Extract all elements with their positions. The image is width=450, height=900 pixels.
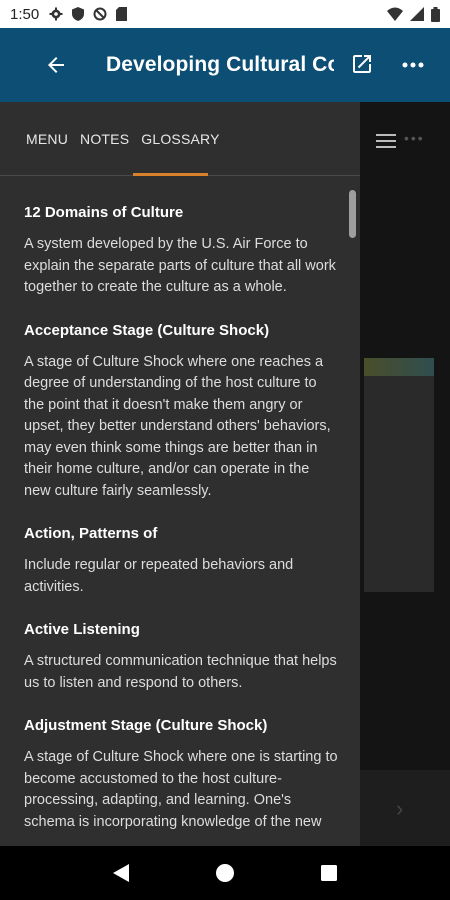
glossary-item: 12 Domains of Culture A system developed… bbox=[24, 203, 338, 299]
dots-icon: ••• bbox=[404, 130, 425, 146]
status-time: 1:50 bbox=[10, 5, 40, 23]
sd-card-icon bbox=[116, 7, 128, 21]
glossary-term: Action, Patterns of bbox=[24, 525, 158, 542]
more-options-button[interactable] bbox=[400, 52, 426, 78]
tab-notes[interactable]: NOTES bbox=[80, 131, 129, 147]
system-nav-bar bbox=[0, 846, 450, 900]
glossary-term: Adjustment Stage (Culture Shock) bbox=[24, 717, 268, 734]
glossary-list[interactable]: 12 Domains of Culture A system developed… bbox=[0, 177, 360, 846]
battery-icon bbox=[431, 6, 440, 22]
gear-icon bbox=[49, 7, 63, 21]
glossary-term: Active Listening bbox=[24, 621, 140, 638]
background-page: ••• › bbox=[360, 102, 450, 846]
app-bar: Developing Cultural Co... bbox=[0, 28, 450, 102]
scrollbar-thumb[interactable] bbox=[349, 190, 356, 238]
arrow-left-icon bbox=[48, 57, 64, 73]
blocked-circle-icon bbox=[93, 7, 107, 21]
glossary-definition: A structured communication technique tha… bbox=[24, 653, 337, 691]
active-tab-indicator bbox=[133, 173, 208, 176]
more-horizontal-icon bbox=[402, 62, 424, 68]
open-external-button[interactable] bbox=[350, 52, 376, 78]
menu-lines-icon[interactable] bbox=[376, 134, 396, 152]
open-in-new-icon bbox=[353, 55, 371, 73]
glossary-definition: A stage of Culture Shock where one reach… bbox=[24, 353, 331, 499]
glossary-term: 12 Domains of Culture bbox=[24, 204, 184, 221]
glossary-item: Active Listening A structured communicat… bbox=[24, 620, 338, 694]
status-right-icons bbox=[387, 6, 440, 22]
drawer-tabs: MENU NOTES GLOSSARY bbox=[0, 102, 360, 176]
wifi-icon bbox=[387, 7, 403, 21]
back-button[interactable] bbox=[34, 43, 78, 87]
shield-icon bbox=[72, 7, 85, 21]
glossary-definition: Include regular or repeated behaviors an… bbox=[24, 557, 294, 595]
page-title: Developing Cultural Co... bbox=[106, 53, 334, 76]
status-icons bbox=[49, 7, 128, 21]
glossary-definition: A stage of Culture Shock where one is st… bbox=[24, 749, 338, 830]
glossary-definition: A system developed by the U.S. Air Force… bbox=[24, 236, 336, 295]
status-bar: 1:50 bbox=[0, 0, 450, 28]
glossary-item: Acceptance Stage (Culture Shock) A stage… bbox=[24, 321, 338, 503]
glossary-item: Action, Patterns of Include regular or r… bbox=[24, 524, 338, 598]
recents-square-icon[interactable] bbox=[320, 864, 338, 882]
signal-icon bbox=[410, 7, 424, 21]
back-triangle-icon[interactable] bbox=[112, 863, 130, 883]
tab-menu[interactable]: MENU bbox=[26, 131, 68, 147]
tab-glossary[interactable]: GLOSSARY bbox=[141, 131, 219, 147]
chevron-right-icon[interactable]: › bbox=[396, 796, 403, 822]
background-card bbox=[364, 358, 434, 592]
glossary-term: Acceptance Stage (Culture Shock) bbox=[24, 321, 270, 339]
navigation-drawer: MENU NOTES GLOSSARY 12 Domains of Cultur… bbox=[0, 102, 360, 846]
home-circle-icon[interactable] bbox=[215, 863, 235, 883]
glossary-item: Adjustment Stage (Culture Shock) A stage… bbox=[24, 716, 338, 833]
background-bottom-bar: › bbox=[360, 770, 450, 846]
